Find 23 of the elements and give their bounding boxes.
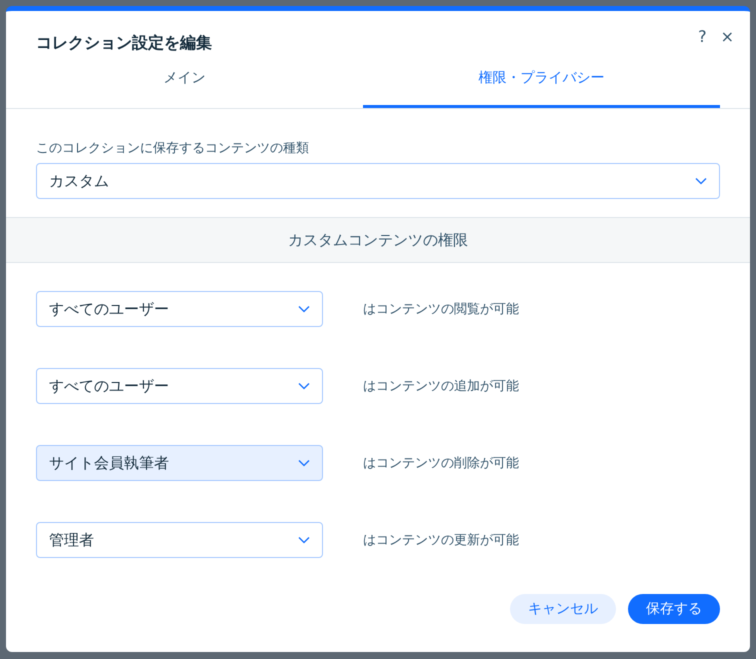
permission-text: はコンテンツの追加が可能 [363, 378, 519, 395]
tab[interactable]: メイン [6, 51, 363, 108]
dialog-title: コレクション設定を編集 [36, 33, 212, 51]
save-button[interactable]: 保存する [628, 594, 720, 624]
chevron-down-icon [298, 382, 310, 390]
permission-text: はコンテンツの閲覧が可能 [363, 301, 519, 318]
field-label: このコレクションに保存するコンテンツの種類 [36, 140, 310, 157]
dropdown[interactable]: 管理者 [36, 522, 323, 558]
dropdown[interactable]: サイト会員執筆者 [36, 445, 323, 481]
permission-text: はコンテンツの更新が可能 [363, 532, 519, 549]
cancel-button[interactable]: キャンセル [510, 594, 616, 624]
chevron-down-icon [695, 177, 707, 185]
help-icon[interactable]: ? [698, 27, 707, 51]
permission-text: はコンテンツの削除が可能 [363, 455, 519, 472]
chevron-down-icon [298, 305, 310, 313]
chevron-down-icon [298, 459, 310, 467]
chevron-down-icon [298, 536, 310, 544]
dropdown[interactable]: すべてのユーザー [36, 291, 323, 327]
dropdown[interactable]: すべてのユーザー [36, 368, 323, 404]
tab[interactable]: 権限・プライバシー [363, 51, 720, 108]
dropdown[interactable]: カスタム [36, 163, 720, 199]
section-header: カスタムコンテンツの権限 [6, 217, 750, 263]
close-icon[interactable]: × [720, 27, 734, 51]
